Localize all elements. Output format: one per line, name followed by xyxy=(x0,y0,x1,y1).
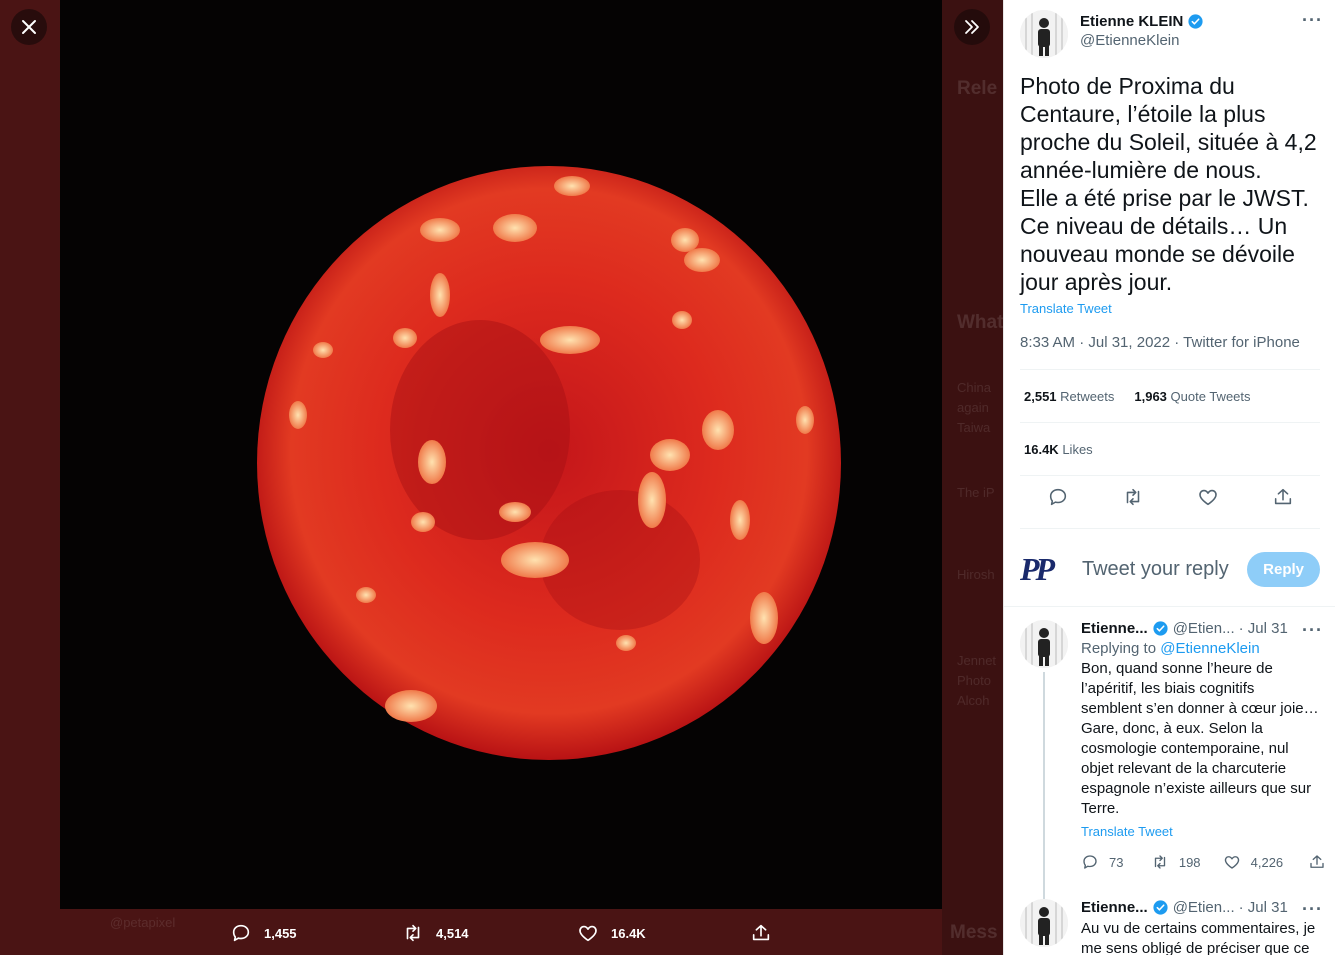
quote-count: 1,963 xyxy=(1134,389,1167,404)
reply-retweet-button[interactable]: 198 xyxy=(1151,853,1223,871)
reply-icon xyxy=(232,924,250,942)
replying-to-link[interactable]: @EtienneKlein xyxy=(1160,640,1259,657)
tweet-timestamp[interactable]: 8:33 AM · Jul 31, 2022 · Twitter for iPh… xyxy=(1020,334,1300,351)
more-options-icon[interactable]: ··· xyxy=(1302,10,1323,31)
verified-badge-icon xyxy=(1188,14,1203,29)
ghost-trend: China xyxy=(957,380,991,395)
ghost-trend: Jennet xyxy=(957,653,997,668)
reply-tweet[interactable]: Etienne... @Etien... · Jul 31 Replying t… xyxy=(1020,620,1326,922)
reply-author-name[interactable]: Etienne... xyxy=(1081,899,1148,916)
reply-retweets-count: 198 xyxy=(1178,854,1201,870)
media-like-count: 16.4K xyxy=(611,925,646,941)
retweets-count: 2,551 xyxy=(1024,389,1057,404)
reply-icon[interactable] xyxy=(1047,486,1069,508)
chorizo-star-image xyxy=(60,0,942,909)
heart-icon xyxy=(579,925,597,942)
more-options-icon[interactable]: ··· xyxy=(1302,899,1323,920)
author-avatar-image xyxy=(1020,620,1068,668)
replying-to-label: Replying to xyxy=(1081,640,1157,657)
likes-label: Likes xyxy=(1062,442,1093,457)
retweet-icon xyxy=(1154,855,1166,869)
avatar[interactable] xyxy=(1020,620,1068,668)
media-reply-button[interactable]: 1,455 xyxy=(230,922,297,944)
backdrop-sidebar-strip xyxy=(942,0,1003,955)
reply-date[interactable]: · Jul 31 xyxy=(1239,620,1288,637)
likes-stat[interactable]: 16.4K Likes xyxy=(1024,442,1093,457)
share-icon xyxy=(752,924,770,941)
reply-reply-button[interactable]: 73 xyxy=(1081,853,1151,871)
avatar[interactable] xyxy=(1020,10,1068,58)
ghost-whats-happening: What xyxy=(957,312,1003,333)
divider xyxy=(1020,422,1320,423)
retweet-icon xyxy=(406,924,420,942)
retweets-stat[interactable]: 2,551 Retweets xyxy=(1024,389,1114,404)
ghost-trend: Taiwa xyxy=(957,420,991,435)
divider xyxy=(1020,528,1320,529)
tweet-detail-panel: Etienne KLEIN @EtienneKlein ··· Photo de… xyxy=(1003,0,1335,955)
translate-tweet-link[interactable]: Translate Tweet xyxy=(1020,301,1112,316)
author-avatar-image xyxy=(1020,899,1068,947)
media-reply-count: 1,455 xyxy=(264,925,297,941)
quote-tweets-stat[interactable]: 1,963 Quote Tweets xyxy=(1134,389,1250,404)
double-chevron-right-icon xyxy=(965,20,979,34)
media-like-button[interactable]: 16.4K xyxy=(577,922,646,944)
reply-text: Au vu de certains commentaires, je me se… xyxy=(1081,920,1316,955)
quote-label: Quote Tweets xyxy=(1170,389,1251,404)
author-avatar-image xyxy=(1020,10,1068,58)
heart-icon[interactable] xyxy=(1197,486,1219,508)
ghost-relevant-heading: Rele xyxy=(957,78,998,99)
ghost-trend: The iP xyxy=(957,485,995,500)
media-retweet-count: 4,514 xyxy=(436,925,469,941)
reply-input[interactable]: Tweet your reply xyxy=(1082,558,1247,581)
likes-count: 16.4K xyxy=(1024,442,1059,457)
tweet-likes-stats: 16.4K Likes xyxy=(1024,442,1093,457)
media-retweet-button[interactable]: 4,514 xyxy=(402,922,469,944)
tweet-action-row xyxy=(1020,486,1320,508)
share-icon xyxy=(1310,855,1324,868)
reply-like-button[interactable]: 4,226 xyxy=(1223,853,1308,871)
reply-author-handle[interactable]: @Etien... xyxy=(1173,620,1235,637)
reply-tweet[interactable]: Etienne... @Etien... · Jul 31 Au vu de c… xyxy=(1020,899,1326,955)
user-avatar-logo[interactable]: PP xyxy=(1020,551,1068,588)
tweet-text: Photo de Proxima du Centaure, l’étoile l… xyxy=(1020,73,1317,295)
retweets-label: Retweets xyxy=(1060,389,1115,404)
verified-badge-icon xyxy=(1153,621,1168,636)
reply-date[interactable]: · Jul 31 xyxy=(1239,899,1288,916)
retweet-icon[interactable] xyxy=(1122,486,1144,508)
reply-replies-count: 73 xyxy=(1109,854,1124,870)
tweet-stats: 2,551 Retweets 1,963 Quote Tweets xyxy=(1024,389,1251,404)
thread-connector-line xyxy=(1043,672,1045,922)
verified-badge-icon xyxy=(1153,900,1168,915)
reply-text: Bon, quand sonne l’heure de l’apéritif, … xyxy=(1081,660,1319,817)
close-button[interactable] xyxy=(11,9,47,45)
collapse-panel-button[interactable] xyxy=(954,9,990,45)
ghost-messages: Mess xyxy=(950,922,998,943)
divider xyxy=(1020,369,1320,370)
reply-button[interactable]: Reply xyxy=(1247,551,1320,587)
reply-author-handle[interactable]: @Etien... xyxy=(1173,899,1235,916)
reply-author-name[interactable]: Etienne... xyxy=(1081,620,1148,637)
divider xyxy=(1004,606,1335,607)
tweet-photo[interactable] xyxy=(60,0,942,909)
heart-icon xyxy=(1224,856,1239,869)
tweet-author[interactable]: Etienne KLEIN @EtienneKlein xyxy=(1020,10,1204,58)
media-share-button[interactable] xyxy=(750,922,772,944)
reply-composer: PP Tweet your reply Reply xyxy=(1020,545,1320,593)
ghost-trend: Photo xyxy=(957,673,991,688)
media-action-bar: 1,455 4,514 16.4K xyxy=(60,909,942,955)
divider xyxy=(1020,475,1320,476)
ghost-trend: Alcoh xyxy=(957,693,990,708)
reply-share-button[interactable] xyxy=(1308,853,1326,871)
more-options-icon[interactable]: ··· xyxy=(1302,620,1323,641)
share-icon[interactable] xyxy=(1272,486,1294,508)
reply-likes-count: 4,226 xyxy=(1250,854,1284,870)
avatar[interactable] xyxy=(1020,899,1068,947)
reply-icon xyxy=(1083,855,1097,869)
ghost-trend: again xyxy=(957,400,989,415)
close-icon xyxy=(22,20,36,34)
ghost-trend: Hirosh xyxy=(957,567,995,582)
author-handle[interactable]: @EtienneKlein xyxy=(1080,32,1204,49)
author-name[interactable]: Etienne KLEIN xyxy=(1080,13,1183,30)
translate-tweet-link[interactable]: Translate Tweet xyxy=(1081,824,1326,839)
